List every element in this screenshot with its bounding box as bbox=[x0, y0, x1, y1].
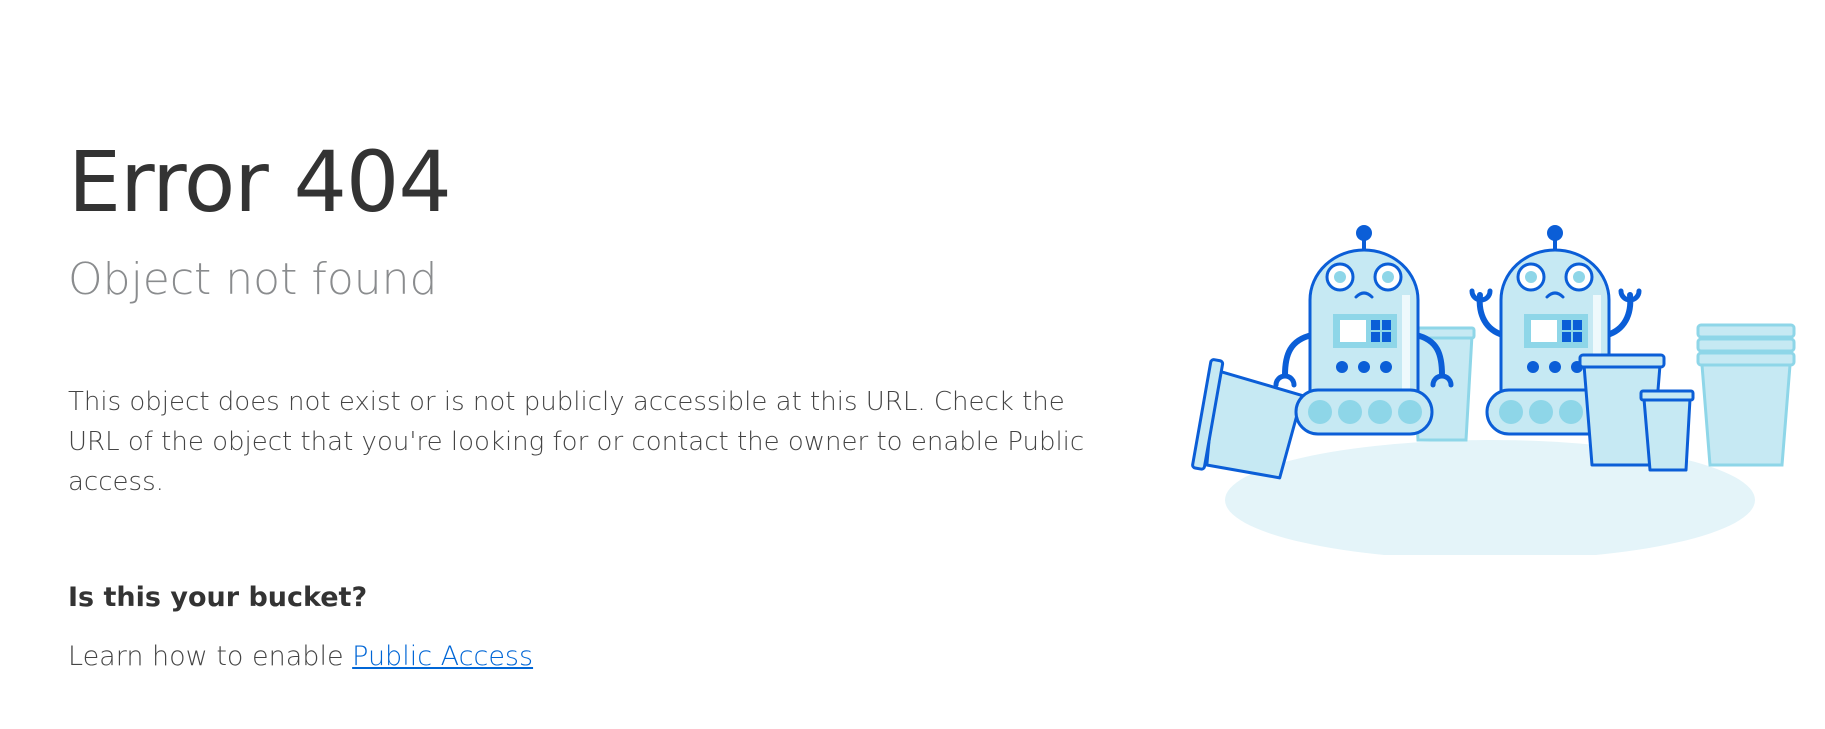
error-title: Error 404 bbox=[68, 133, 452, 231]
learn-line: Learn how to enable Public Access bbox=[68, 641, 1108, 673]
learn-prefix: Learn how to enable bbox=[68, 641, 353, 672]
sad-robots-illustration bbox=[1191, 225, 1796, 555]
stacked-buckets-icon bbox=[1696, 323, 1796, 467]
small-bucket-icon bbox=[1639, 389, 1695, 472]
error-subtitle: Object not found bbox=[68, 254, 438, 305]
public-access-link[interactable]: Public Access bbox=[352, 641, 533, 672]
error-content: Error 404 Object not found This object d… bbox=[68, 140, 1108, 673]
error-description: This object does not exist or is not pub… bbox=[68, 387, 1085, 497]
bucket-heading: Is this your bucket? bbox=[68, 582, 368, 613]
